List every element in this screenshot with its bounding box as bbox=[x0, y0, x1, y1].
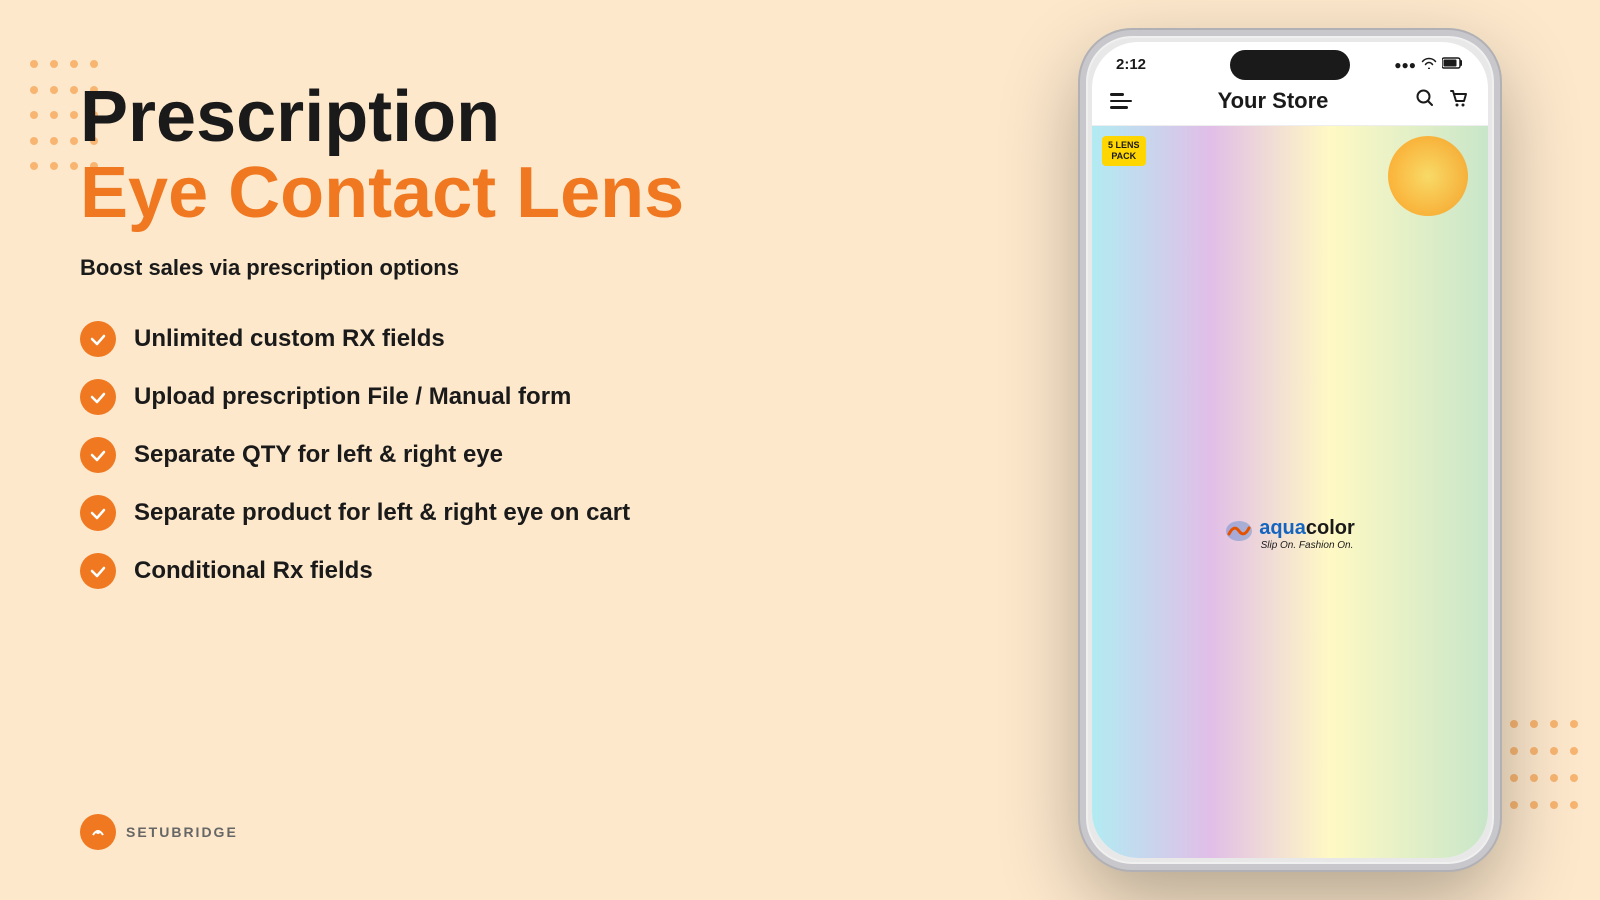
product-image: 5 LENS PACK aquacolor bbox=[1092, 126, 1488, 858]
left-content-area: Prescription Eye Contact Lens Boost sale… bbox=[80, 80, 780, 589]
phone-mockup: 2:12 ●●● bbox=[1080, 30, 1500, 870]
app-header: Your Store bbox=[1092, 79, 1488, 126]
brand-icon bbox=[1225, 520, 1253, 548]
logo-text: SETUBRIDGE bbox=[126, 824, 238, 840]
decorative-dots-bottomright bbox=[1490, 720, 1570, 820]
feature-text: Separate product for left & right eye on… bbox=[134, 499, 630, 527]
brand-tagline: Slip On. Fashion On. bbox=[1259, 540, 1355, 551]
signal-icon: ●●● bbox=[1394, 58, 1416, 72]
list-item: Conditional Rx fields bbox=[80, 553, 780, 589]
list-item: Separate product for left & right eye on… bbox=[80, 495, 780, 531]
setubridge-logo-icon bbox=[80, 814, 116, 850]
feature-text: Upload prescription File / Manual form bbox=[134, 383, 571, 411]
header-icons bbox=[1414, 87, 1470, 115]
list-item: Unlimited custom RX fields bbox=[80, 321, 780, 357]
subtitle-text: Boost sales via prescription options bbox=[80, 255, 780, 281]
mute-button bbox=[1082, 276, 1086, 331]
power-button bbox=[1494, 176, 1498, 236]
feature-text: Conditional Rx fields bbox=[134, 557, 373, 585]
brand-row: aquacolor Slip On. Fashion On. bbox=[1225, 518, 1355, 551]
search-icon[interactable] bbox=[1414, 87, 1436, 115]
check-icon bbox=[80, 379, 116, 415]
brand-color: color bbox=[1306, 517, 1355, 539]
hamburger-menu-button[interactable] bbox=[1110, 93, 1132, 109]
wifi-icon bbox=[1421, 57, 1437, 72]
title-line2: Eye Contact Lens bbox=[80, 156, 780, 232]
feature-text: Unlimited custom RX fields bbox=[134, 325, 445, 353]
circular-design bbox=[1388, 136, 1468, 216]
list-item: Separate QTY for left & right eye bbox=[80, 437, 780, 473]
lens-pack-badge: 5 LENS PACK bbox=[1102, 136, 1146, 166]
logo-area: SETUBRIDGE bbox=[80, 814, 238, 850]
volume-down-button bbox=[1082, 206, 1086, 261]
brand-aqua: aqua bbox=[1259, 517, 1306, 539]
feature-text: Separate QTY for left & right eye bbox=[134, 441, 503, 469]
title-line1: Prescription bbox=[80, 80, 780, 156]
cart-icon[interactable] bbox=[1448, 87, 1470, 115]
check-icon bbox=[80, 321, 116, 357]
phone-notch bbox=[1230, 50, 1350, 80]
features-list: Unlimited custom RX fields Upload prescr… bbox=[80, 321, 780, 589]
check-icon bbox=[80, 495, 116, 531]
volume-up-button bbox=[1082, 156, 1086, 191]
battery-icon bbox=[1442, 57, 1464, 72]
list-item: Upload prescription File / Manual form bbox=[80, 379, 780, 415]
status-time: 2:12 bbox=[1116, 56, 1146, 73]
phone-frame: 2:12 ●●● bbox=[1080, 30, 1500, 870]
phone-screen: 2:12 ●●● bbox=[1092, 42, 1488, 858]
check-icon bbox=[80, 437, 116, 473]
status-icons: ●●● bbox=[1394, 57, 1464, 72]
check-icon bbox=[80, 553, 116, 589]
store-title: Your Store bbox=[1218, 88, 1329, 114]
